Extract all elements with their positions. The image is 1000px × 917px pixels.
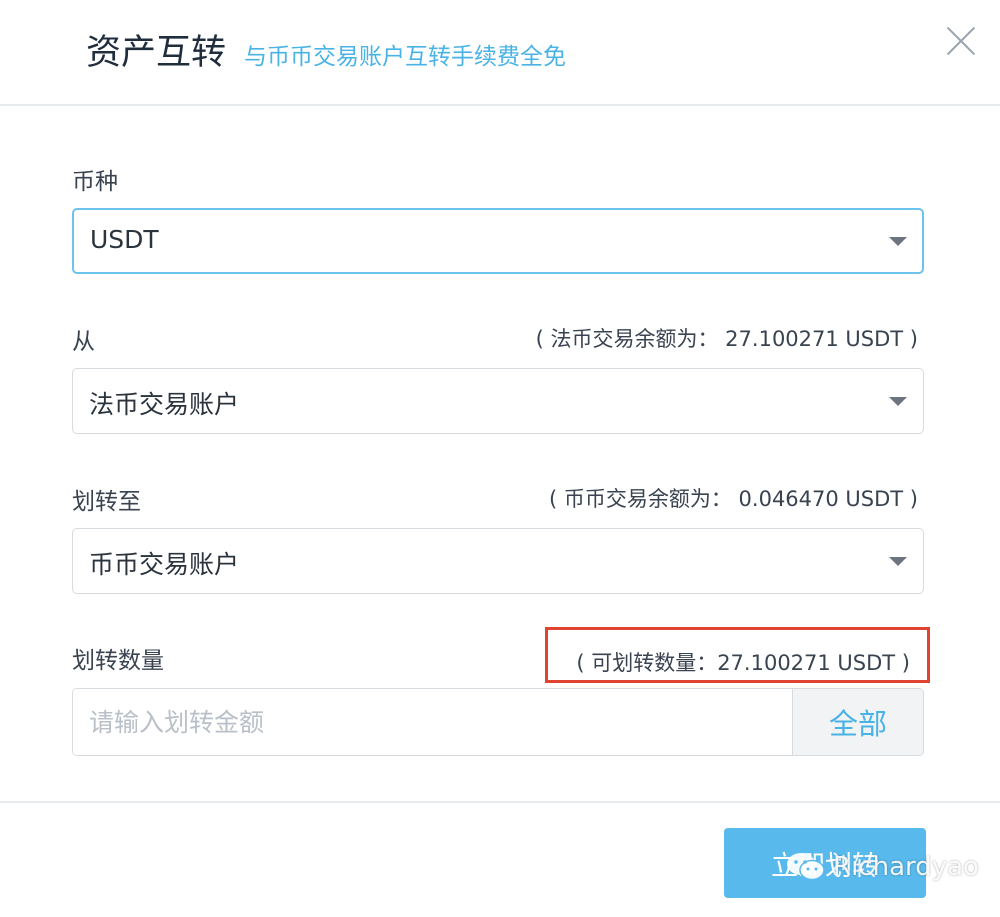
dialog-subtitle: 与币币交易账户互转手续费全免 [244,44,566,70]
dialog-header: 资产互转 与币币交易账户互转手续费全免 [0,0,1000,106]
all-amount-button[interactable]: 全部 [792,689,923,755]
from-balance-note: ( 法币交易余额为： 27.100271 USDT ) [535,327,918,351]
to-account-select[interactable]: 币币交易账户 [72,528,924,594]
currency-value: USDT [90,225,159,254]
from-account-value: 法币交易账户 [89,390,240,419]
from-label: 从 [72,329,95,355]
currency-select[interactable]: USDT [72,208,924,274]
highlight-annotation-box [545,627,930,683]
chevron-down-icon [889,397,907,406]
amount-input-group: 全部 [72,688,924,756]
chevron-down-icon [889,237,907,246]
to-account-value: 币币交易账户 [89,550,240,579]
dialog-title: 资产互转 [86,33,227,73]
submit-transfer-button[interactable]: 立即划转 [724,828,926,898]
amount-input[interactable] [73,689,792,755]
chevron-down-icon [889,557,907,566]
to-balance-note: ( 币币交易余额为： 0.046470 USDT ) [549,487,918,511]
currency-label: 币种 [72,169,118,195]
amount-label: 划转数量 [72,648,164,674]
to-label: 划转至 [72,489,141,515]
footer-divider [0,801,1000,803]
close-icon[interactable] [944,24,978,58]
from-account-select[interactable]: 法币交易账户 [72,368,924,434]
